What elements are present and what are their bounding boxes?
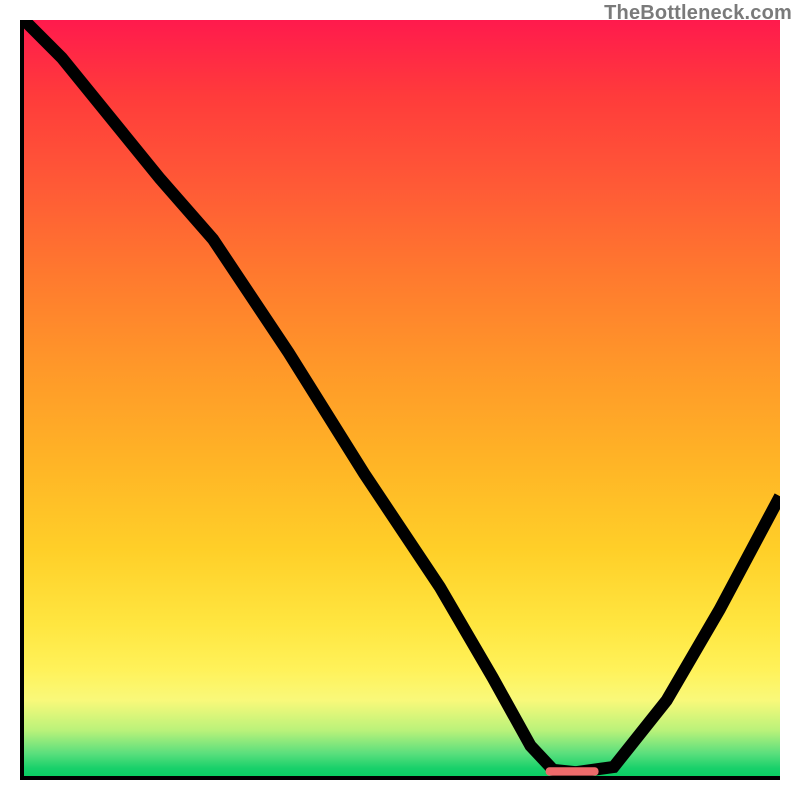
plot-area <box>20 20 780 780</box>
chart-container: TheBottleneck.com <box>0 0 800 800</box>
bottleneck-curve <box>24 20 780 772</box>
optimum-marker <box>546 767 599 775</box>
curve-svg <box>24 20 780 776</box>
